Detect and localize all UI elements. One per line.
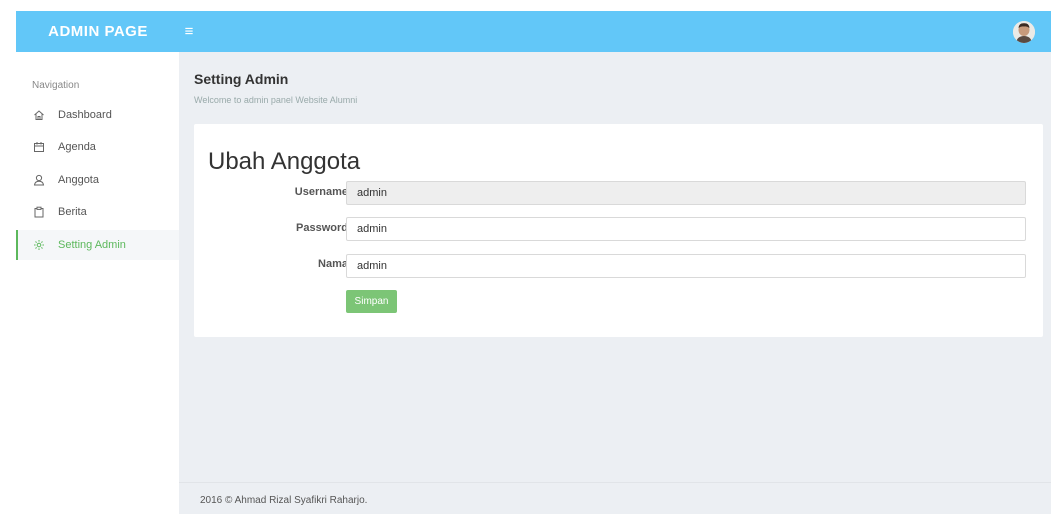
form-card: Ubah Anggota Username admin Password adm… (194, 124, 1043, 337)
main-content: Setting Admin Welcome to admin panel Web… (179, 52, 1051, 513)
username-field[interactable]: admin (346, 181, 1026, 205)
left-strip (0, 52, 16, 513)
save-button[interactable]: Simpan (346, 290, 397, 313)
password-label: Password (296, 222, 348, 234)
home-icon (32, 108, 46, 122)
calendar-icon (32, 140, 46, 154)
sidebar-item-anggota[interactable]: Anggota (16, 165, 179, 195)
nama-label: Nama (318, 258, 348, 270)
avatar-image (1013, 21, 1035, 43)
username-label: Username (294, 186, 348, 198)
page-title: Setting Admin (194, 71, 289, 87)
sidebar: Navigation Dashboard Agenda Anggota Beri… (16, 52, 179, 513)
footer-copyright: 2016 © Ahmad Rizal Syafikri Raharjo. (200, 495, 368, 506)
user-icon (32, 173, 46, 187)
nama-field[interactable]: admin (346, 254, 1026, 278)
top-strip (0, 0, 1051, 11)
sidebar-item-berita[interactable]: Berita (16, 197, 179, 227)
sidebar-item-label: Dashboard (58, 109, 112, 121)
footer: 2016 © Ahmad Rizal Syafikri Raharjo. (179, 482, 1051, 514)
page-subtitle: Welcome to admin panel Website Alumni (194, 95, 358, 105)
sidebar-item-dashboard[interactable]: Dashboard (16, 100, 179, 130)
user-avatar[interactable] (1013, 21, 1035, 43)
sidebar-item-label: Anggota (58, 174, 99, 186)
gear-icon (32, 238, 46, 252)
sidebar-item-setting-admin[interactable]: Setting Admin (16, 230, 179, 260)
sidebar-item-label: Berita (58, 206, 87, 218)
menu-toggle-icon[interactable]: ≡ (179, 22, 199, 42)
sidebar-item-label: Setting Admin (58, 239, 126, 251)
top-header: ADMIN PAGE ≡ (16, 11, 1051, 52)
sidebar-item-agenda[interactable]: Agenda (16, 132, 179, 162)
sidebar-item-label: Agenda (58, 141, 96, 153)
password-field[interactable]: admin (346, 217, 1026, 241)
brand-logo[interactable]: ADMIN PAGE (16, 23, 180, 40)
nav-heading: Navigation (32, 80, 80, 91)
clipboard-icon (32, 205, 46, 219)
form-title: Ubah Anggota (208, 148, 361, 175)
